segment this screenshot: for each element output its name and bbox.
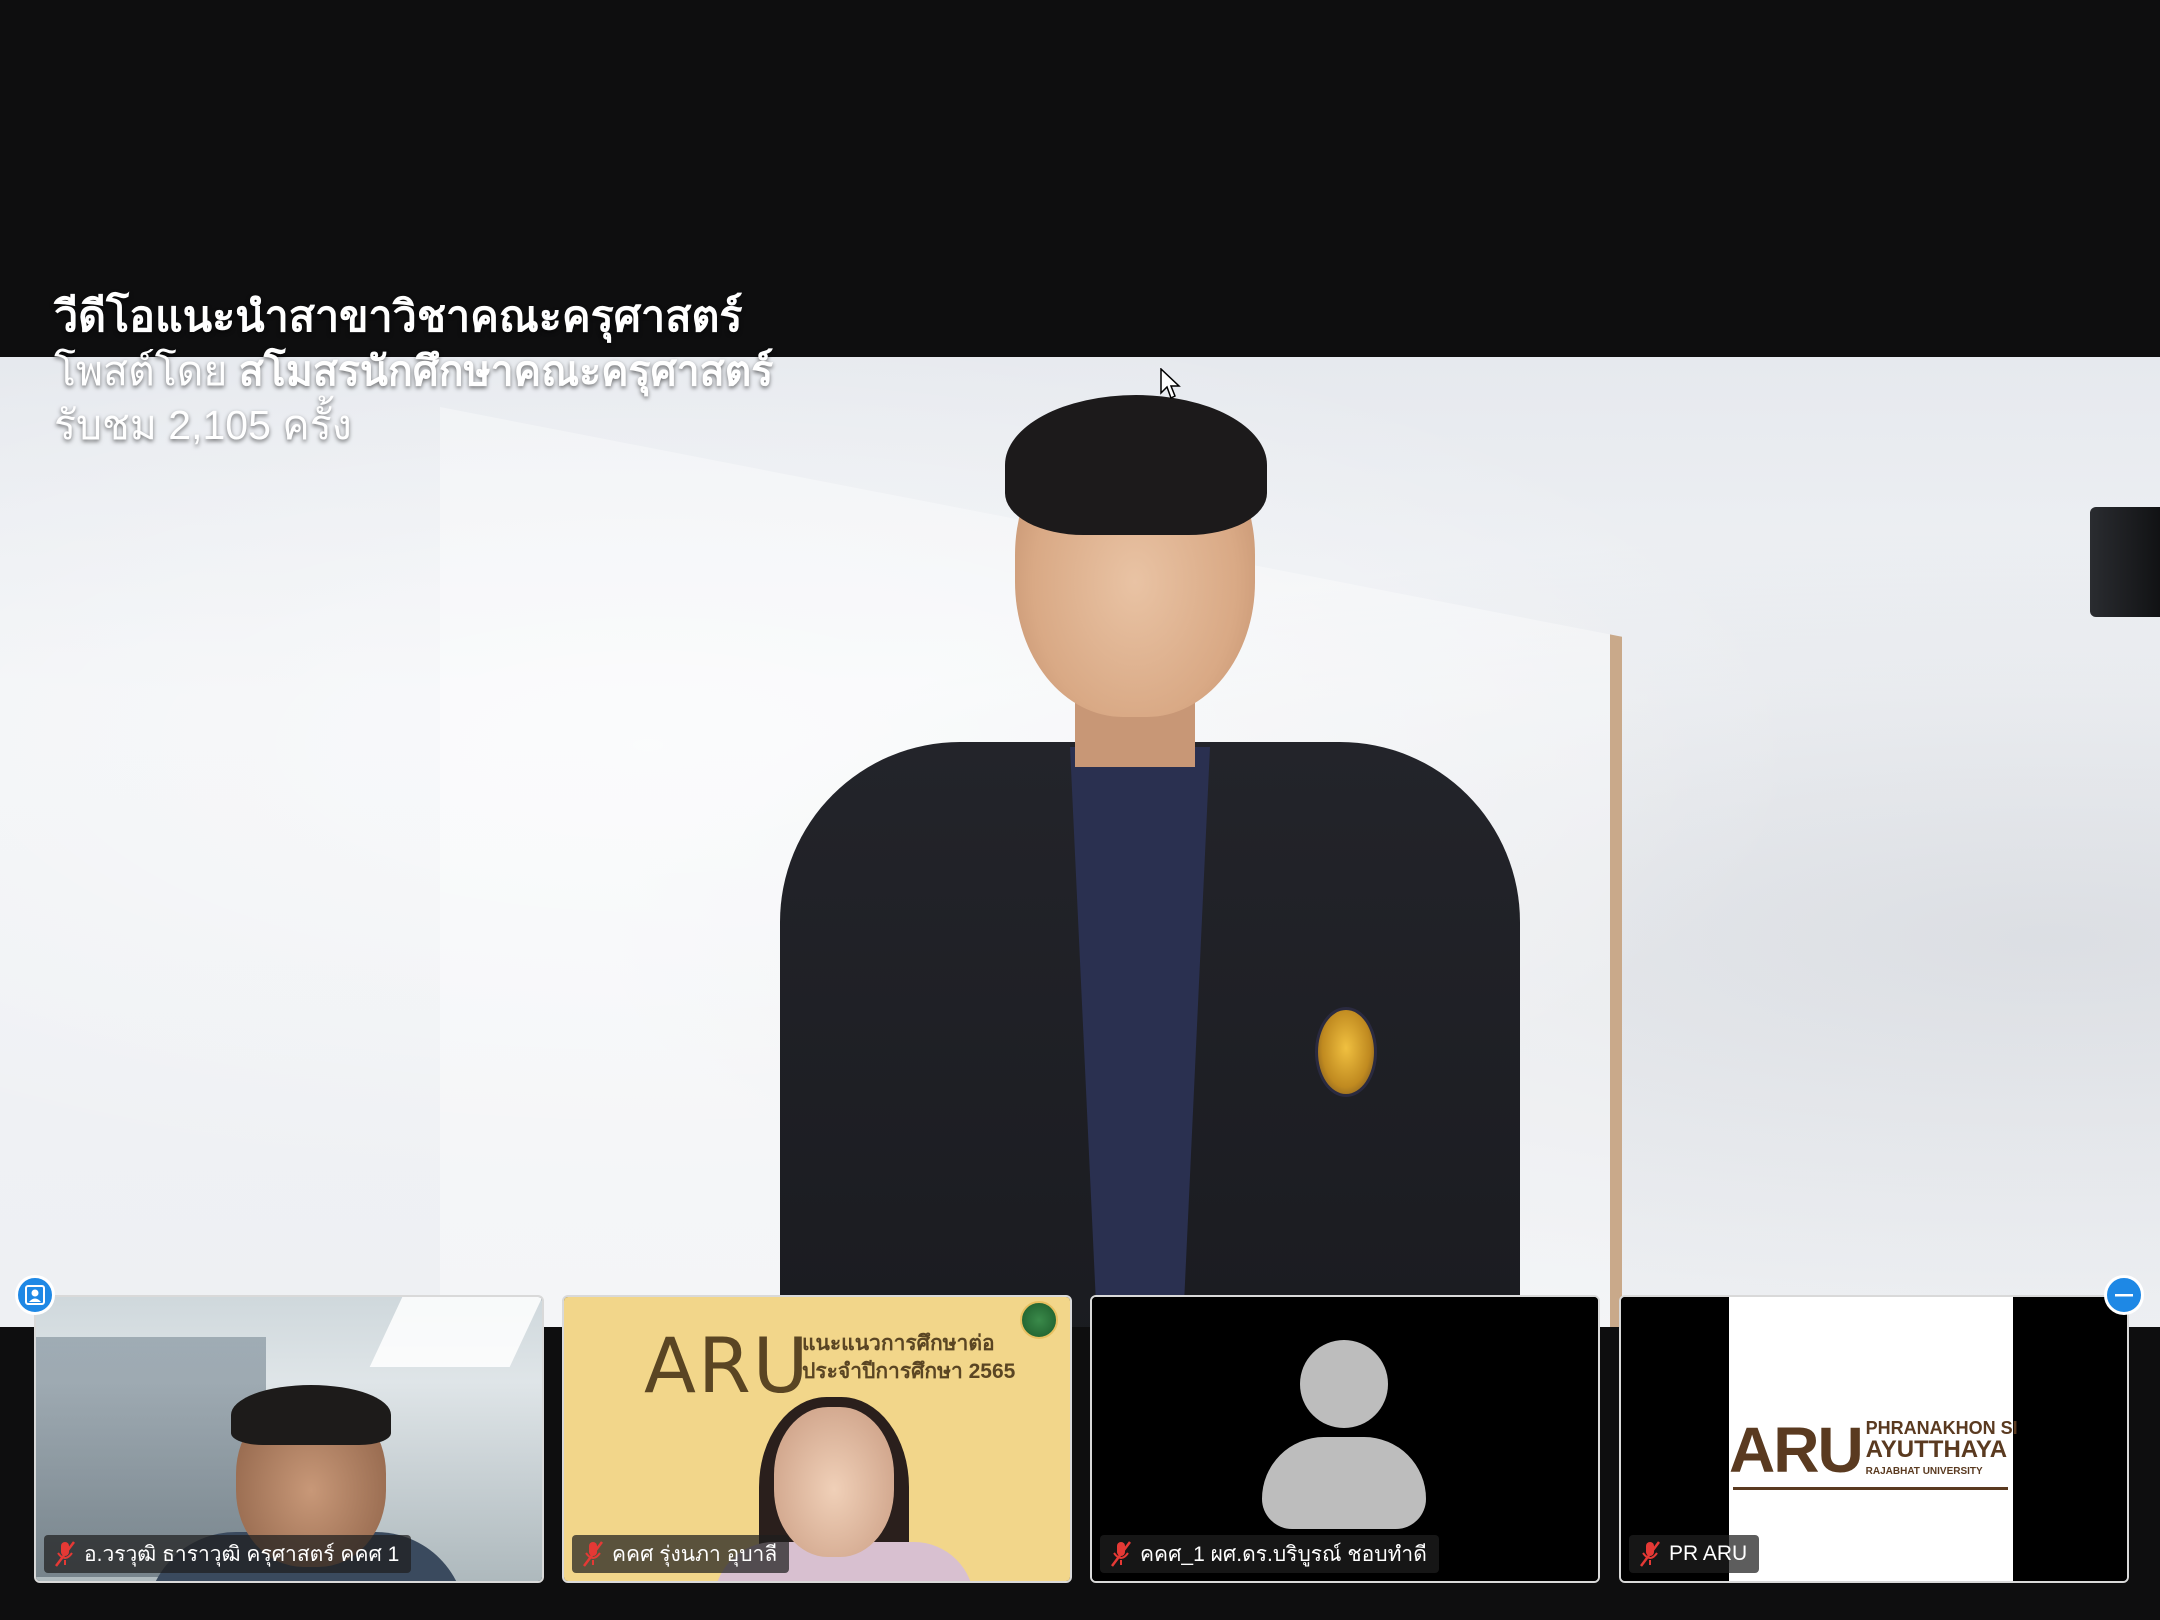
person-glyph-icon [25,1285,45,1305]
posted-prefix: โพสต์โดย [54,348,228,394]
mic-muted-icon [583,1541,603,1567]
avatar-placeholder-icon [1300,1340,1388,1428]
participant-tile[interactable]: คคศ_1 ผศ.ดร.บริบูรณ์ ชอบทำดี [1090,1295,1600,1583]
mic-muted-icon [1111,1541,1131,1567]
aru-university-logo: ARU PHRANAKHON SI AYUTTHAYA RAJABHAT UNI… [1729,1414,2018,1486]
minimize-icon[interactable] [2104,1275,2144,1315]
participant-name: คคศ_1 ผศ.ดร.บริบูรณ์ ชอบทำดี [1140,1542,1427,1566]
participant-name-tag: อ.วรวุฒิ ธาราวุฒิ ครุศาสตร์ คคศ 1 [44,1535,412,1573]
participant-name-tag: คคศ_1 ผศ.ดร.บริบูรณ์ ชอบทำดี [1100,1535,1439,1573]
minus-glyph-icon [2115,1294,2133,1297]
presenter-figure [770,377,1530,1327]
posted-by-page[interactable]: สโมสรนักศึกษาคณะครุศาสตร์ [239,348,774,394]
person-icon[interactable] [15,1275,55,1315]
video-view-count: รับชม 2,105 ครั้ง [54,402,352,448]
participant-name: คคศ รุ่งนภา อุบาลี [612,1542,778,1566]
video-title: วีดีโอแนะนำสาขาวิชาคณะครุศาสตร์ [54,293,743,341]
shared-screen-video[interactable] [0,357,2160,1327]
background-line-2: ประจำปีการศึกษา 2565 [802,1360,1016,1383]
participant-name-tag: คคศ รุ่งนภา อุบาลี [572,1535,790,1573]
mouse-cursor-icon [1160,368,1181,400]
video-posted-by: โพสต์โดย สโมสรนักศึกษาคณะครุศาสตร์ [54,344,773,398]
mic-muted-icon [1640,1541,1660,1567]
video-info-overlay: วีดีโอแนะนำสาขาวิชาคณะครุศาสตร์ โพสต์โดย… [54,290,773,452]
participant-tile[interactable]: อ.วรวุฒิ ธาราวุฒิ ครุศาสตร์ คคศ 1 [34,1295,544,1583]
university-seal-icon [1020,1301,1058,1339]
participant-name-tag: PR ARU [1629,1535,1760,1573]
participant-name: อ.วรวุฒิ ธาราวุฒิ ครุศาสตร์ คคศ 1 [84,1542,400,1566]
aru-logo-text: ARU [644,1321,811,1410]
participant-name: PR ARU [1669,1542,1748,1565]
participant-tile[interactable]: ARU PHRANAKHON SI AYUTTHAYA RAJABHAT UNI… [1619,1295,2129,1583]
mic-muted-icon [55,1541,75,1567]
jacket-badge [1315,1007,1377,1097]
participant-tile[interactable]: ARU แนะแนวการศึกษาต่อ ประจำปีการศึกษา 25… [562,1295,1072,1583]
wall-speaker [2090,507,2160,617]
meeting-window: วีดีโอแนะนำสาขาวิชาคณะครุศาสตร์ โพสต์โดย… [0,0,2160,1620]
